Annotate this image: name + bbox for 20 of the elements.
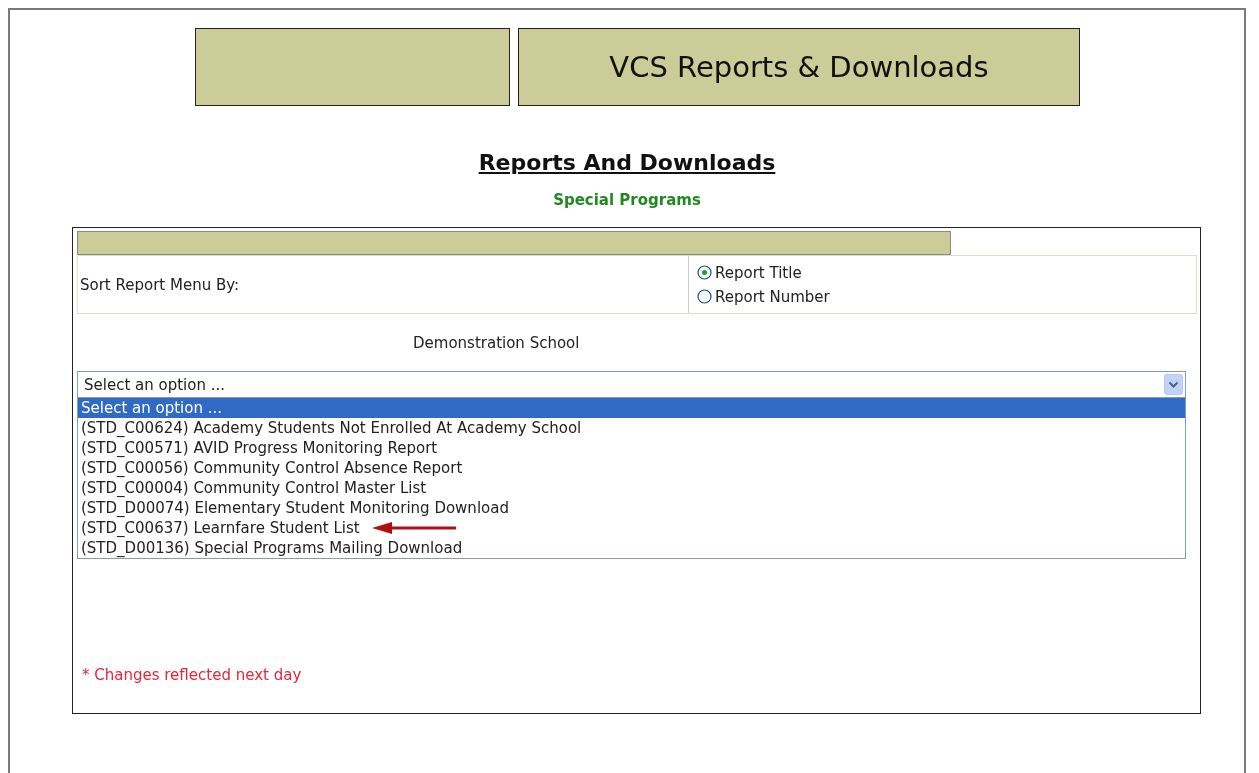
dropdown-option[interactable]: (STD_C00624) Academy Students Not Enrolled At Academy School xyxy=(78,418,582,438)
dropdown-option[interactable]: (STD_C00056) Community Control Absence Report xyxy=(78,458,463,478)
caret-icon xyxy=(1164,374,1183,395)
dropdown-option[interactable]: (STD_C00637) Learnfare Student List xyxy=(78,518,360,538)
changes-note: * Changes reflected next day xyxy=(82,666,302,684)
dropdown-option[interactable]: (STD_C00571) AVID Progress Monitoring Report xyxy=(78,438,438,458)
page-heading: Reports And Downloads xyxy=(478,150,776,175)
dropdown-option[interactable]: (STD_C00004) Community Control Master List xyxy=(78,478,427,498)
sort-radio[interactable]: Report Title xyxy=(697,263,830,282)
sort-label: Sort Report Menu By: xyxy=(80,275,240,294)
radio-icon[interactable] xyxy=(697,289,712,304)
dropdown-option[interactable]: Select an option ... xyxy=(78,398,1185,418)
banner-title: VCS Reports & Downloads xyxy=(518,28,1080,106)
section-subheading: Special Programs xyxy=(553,191,701,209)
radio-icon[interactable] xyxy=(697,265,712,280)
dropdown-option[interactable]: (STD_D00074) Elementary Student Monitoring Download xyxy=(78,498,509,518)
school-name: Demonstration School xyxy=(413,334,580,352)
dropdown-option[interactable]: (STD_D00136) Special Programs Mailing Download xyxy=(78,538,463,558)
report-dropdown[interactable]: Select an option ... xyxy=(77,371,1186,398)
sort-radio[interactable]: Report Number xyxy=(697,287,830,306)
